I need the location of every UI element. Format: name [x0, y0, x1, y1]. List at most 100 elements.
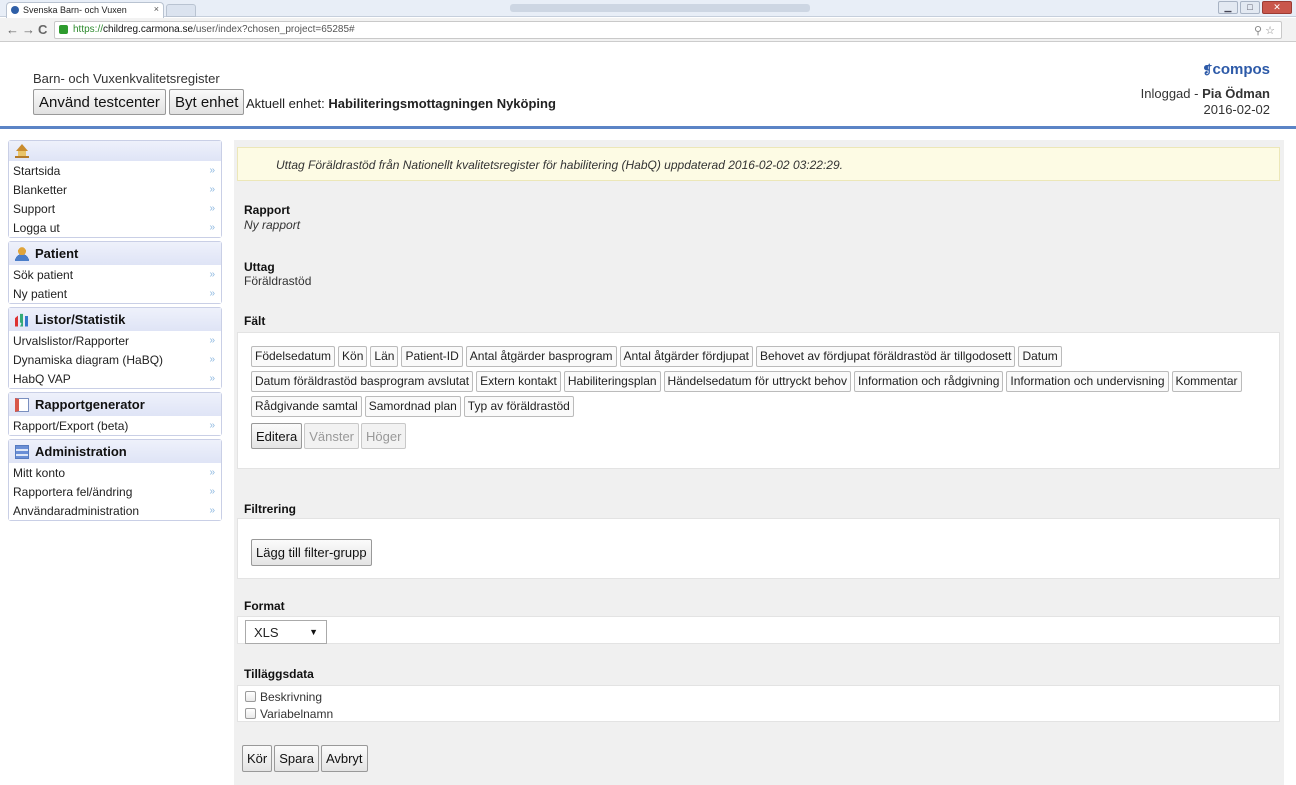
address-toolbar: ← → C https://childreg.carmona.se/user/i…: [0, 18, 1296, 42]
field-chip[interactable]: Födelsedatum: [251, 346, 336, 367]
url-path: /user/index?chosen_project=65285#: [193, 24, 355, 35]
nav-group-report: Rapportgenerator Rapport/Export (beta)»: [8, 392, 222, 436]
field-chip[interactable]: Län: [370, 346, 399, 367]
login-info: Inloggad - Pia Ödman 2016-02-02: [1141, 86, 1270, 118]
filter-label: Filtrering: [244, 502, 297, 516]
sidebar-item-startsida[interactable]: Startsida»: [9, 161, 221, 180]
fields-panel: Födelsedatum Kön Län Patient-ID Antal åtgärd…: [237, 332, 1280, 469]
format-select-value: XLS: [254, 624, 279, 640]
lock-icon: [59, 25, 68, 34]
app-name: Barn- och Vuxenkvalitetsregister: [33, 71, 220, 86]
move-left-button[interactable]: Vänster: [304, 423, 360, 449]
field-chip[interactable]: Habiliteringsplan: [563, 371, 661, 392]
extra-data-label: Tilläggsdata: [244, 667, 314, 681]
field-chip[interactable]: Behovet av fördjupat föräldrastöd är til…: [755, 346, 1016, 367]
nav-head-stats[interactable]: Listor/Statistik: [9, 308, 221, 331]
sidebar-item-dynamiska-diagram[interactable]: Dynamiska diagram (HaBQ)»: [9, 350, 221, 369]
new-tab-button[interactable]: [166, 4, 196, 17]
field-chip[interactable]: Information och rådgivning: [853, 371, 1004, 392]
field-chip-list: Födelsedatum Kön Län Patient-ID Antal åtgärd…: [251, 346, 1251, 417]
chevron-right-icon: »: [209, 184, 214, 195]
forward-arrow-icon[interactable]: →: [22, 22, 35, 37]
sidebar-item-urvalslistor[interactable]: Urvalslistor/Rapporter»: [9, 331, 221, 350]
sidebar-item-sok-patient[interactable]: Sök patient»: [9, 265, 221, 284]
nav-head-report[interactable]: Rapportgenerator: [9, 393, 221, 416]
format-label: Format: [244, 599, 285, 613]
sidebar-item-rapport-export[interactable]: Rapport/Export (beta)»: [9, 416, 221, 435]
brand-logo[interactable]: ❡compos: [1202, 61, 1270, 78]
favicon-icon: [11, 6, 19, 14]
use-testcenter-button[interactable]: Använd testcenter: [33, 89, 166, 115]
move-right-button[interactable]: Höger: [361, 423, 407, 449]
option-variable-name[interactable]: Variabelnamn: [245, 705, 1279, 722]
edit-fields-button[interactable]: Editera: [251, 423, 303, 449]
nav-head-patient[interactable]: Patient: [9, 242, 221, 265]
nav-group-home: Startsida» Blanketter» Support» Logga ut…: [8, 140, 222, 238]
bar-chart-icon: [15, 313, 28, 327]
sidebar-item-blanketter[interactable]: Blanketter»: [9, 180, 221, 199]
url-scheme: https://: [73, 24, 104, 35]
field-chip[interactable]: Typ av föräldrastöd: [463, 396, 574, 417]
sidebar-item-support[interactable]: Support»: [9, 199, 221, 218]
report-value: Ny rapport: [244, 218, 301, 232]
field-chip[interactable]: Rådgivande samtal: [251, 396, 362, 417]
chevron-right-icon: »: [209, 354, 214, 365]
window-close-button[interactable]: ✕: [1262, 1, 1292, 14]
fields-label: Fält: [244, 314, 266, 328]
nav-group-patient: Patient Sök patient» Ny patient»: [8, 241, 222, 304]
description-label: Beskrivning: [260, 689, 323, 704]
cancel-button[interactable]: Avbryt: [320, 745, 368, 772]
maximize-button[interactable]: □: [1240, 1, 1260, 14]
field-chip[interactable]: Kommentar: [1171, 371, 1242, 392]
nav-group-admin: Administration Mitt konto» Rapportera fe…: [8, 439, 222, 521]
sidebar-item-ny-patient[interactable]: Ny patient»: [9, 284, 221, 303]
variable-name-checkbox[interactable]: [245, 708, 256, 719]
sidebar-item-rapportera-fel[interactable]: Rapportera fel/ändring»: [9, 482, 221, 501]
field-chip[interactable]: Patient-ID: [401, 346, 463, 367]
format-panel: XLS ▼: [237, 616, 1280, 644]
save-button[interactable]: Spara: [274, 745, 319, 772]
brand-name: compos: [1212, 61, 1270, 78]
url-input[interactable]: https://childreg.carmona.se/user/index?c…: [54, 21, 1282, 39]
sidebar-item-habq-vap[interactable]: HabQ VAP»: [9, 369, 221, 388]
sidebar-item-logga-ut[interactable]: Logga ut»: [9, 218, 221, 237]
field-chip[interactable]: Samordnad plan: [364, 396, 461, 417]
format-select[interactable]: XLS ▼: [245, 620, 327, 644]
field-chip[interactable]: Händelsedatum för uttryckt behov: [663, 371, 851, 392]
document-icon: [15, 397, 29, 412]
browser-titlebar: Svenska Barn- och Vuxen × ▁ □ ✕: [0, 0, 1296, 18]
back-arrow-icon[interactable]: ←: [6, 22, 19, 37]
sidebar-item-mitt-konto[interactable]: Mitt konto»: [9, 463, 221, 482]
field-chip[interactable]: Antal åtgärder fördjupat: [619, 346, 753, 367]
current-unit-value: Habiliteringsmottagningen Nyköping: [328, 96, 556, 111]
user-name: Pia Ödman: [1202, 86, 1270, 101]
zoom-star-icons[interactable]: ⚲ ☆: [1254, 23, 1275, 39]
option-description[interactable]: Beskrivning: [245, 688, 1279, 705]
field-chip[interactable]: Antal åtgärder basprogram: [465, 346, 617, 367]
nav-head-admin[interactable]: Administration: [9, 440, 221, 463]
url-host: childreg.carmona.se: [103, 24, 194, 35]
field-chip[interactable]: Extern kontakt: [476, 371, 561, 392]
extra-data-panel: Beskrivning Variabelnamn: [237, 685, 1280, 722]
field-chip[interactable]: Kön: [338, 346, 368, 367]
change-unit-button[interactable]: Byt enhet: [169, 89, 245, 115]
field-chip[interactable]: Datum föräldrastöd basprogram avslutat: [251, 371, 474, 392]
variable-name-label: Variabelnamn: [260, 706, 334, 721]
field-chip[interactable]: Information och undervisning: [1006, 371, 1169, 392]
browser-tab[interactable]: Svenska Barn- och Vuxen ×: [6, 2, 164, 18]
chevron-right-icon: »: [209, 486, 214, 497]
tab-close-icon[interactable]: ×: [154, 4, 159, 14]
brand-mark-icon: ❡: [1202, 63, 1213, 77]
nav-head-home[interactable]: [9, 141, 221, 161]
tab-title: Svenska Barn- och Vuxen: [23, 5, 127, 15]
minimize-button[interactable]: ▁: [1218, 1, 1238, 14]
description-checkbox[interactable]: [245, 691, 256, 702]
patient-icon: [15, 246, 29, 261]
run-button[interactable]: Kör: [242, 745, 273, 772]
sidebar-item-anvandaradministration[interactable]: Användaradministration»: [9, 501, 221, 520]
chevron-right-icon: »: [209, 288, 214, 299]
add-filter-group-button[interactable]: Lägg till filter-grupp: [251, 539, 372, 566]
reload-icon[interactable]: C: [38, 22, 47, 37]
update-notice: Uttag Föräldrastöd från Nationellt kvali…: [237, 147, 1280, 181]
field-chip[interactable]: Datum: [1018, 346, 1062, 367]
